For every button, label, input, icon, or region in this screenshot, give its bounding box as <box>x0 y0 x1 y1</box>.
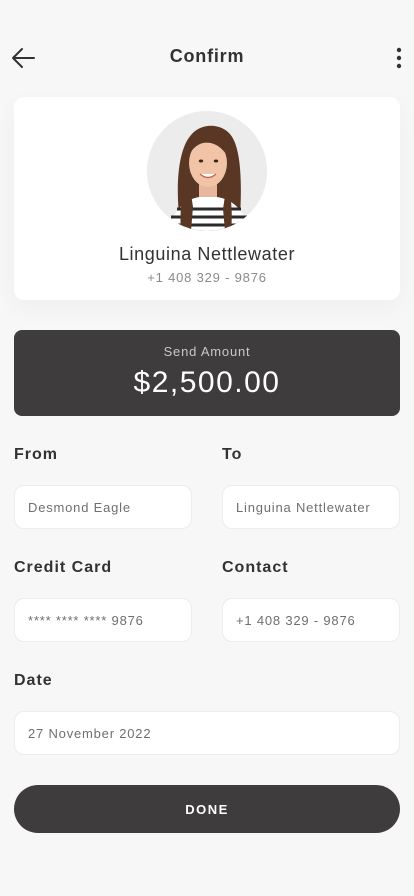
header: Confirm <box>0 36 414 80</box>
send-amount-label: Send Amount <box>163 344 251 359</box>
page-title: Confirm <box>169 46 245 66</box>
contact-label: Contact <box>222 559 289 576</box>
from-field[interactable]: Desmond Eagle <box>14 485 192 529</box>
credit-card-field[interactable]: **** **** **** 9876 <box>14 598 192 642</box>
confirm-screen: Confirm Linguina Nettlewater +1 408 329 … <box>0 0 414 896</box>
to-field[interactable]: Linguina Nettlewater <box>222 485 400 529</box>
from-label: From <box>14 446 58 463</box>
done-button[interactable]: DONE <box>14 785 400 833</box>
recipient-card: Linguina Nettlewater +1 408 329 - 9876 <box>14 97 400 300</box>
send-amount-value: $2,500.00 <box>133 366 281 399</box>
recipient-phone: +1 408 329 - 9876 <box>147 270 267 285</box>
more-options-button[interactable] <box>392 44 406 72</box>
more-vertical-icon <box>396 47 402 69</box>
to-label: To <box>222 446 243 463</box>
send-amount-card: Send Amount $2,500.00 <box>14 330 400 416</box>
avatar <box>147 111 267 231</box>
contact-field[interactable]: +1 408 329 - 9876 <box>222 598 400 642</box>
recipient-name: Linguina Nettlewater <box>118 244 296 264</box>
credit-card-label: Credit Card <box>14 559 113 576</box>
date-label: Date <box>14 672 53 689</box>
date-field[interactable]: 27 November 2022 <box>14 711 400 755</box>
